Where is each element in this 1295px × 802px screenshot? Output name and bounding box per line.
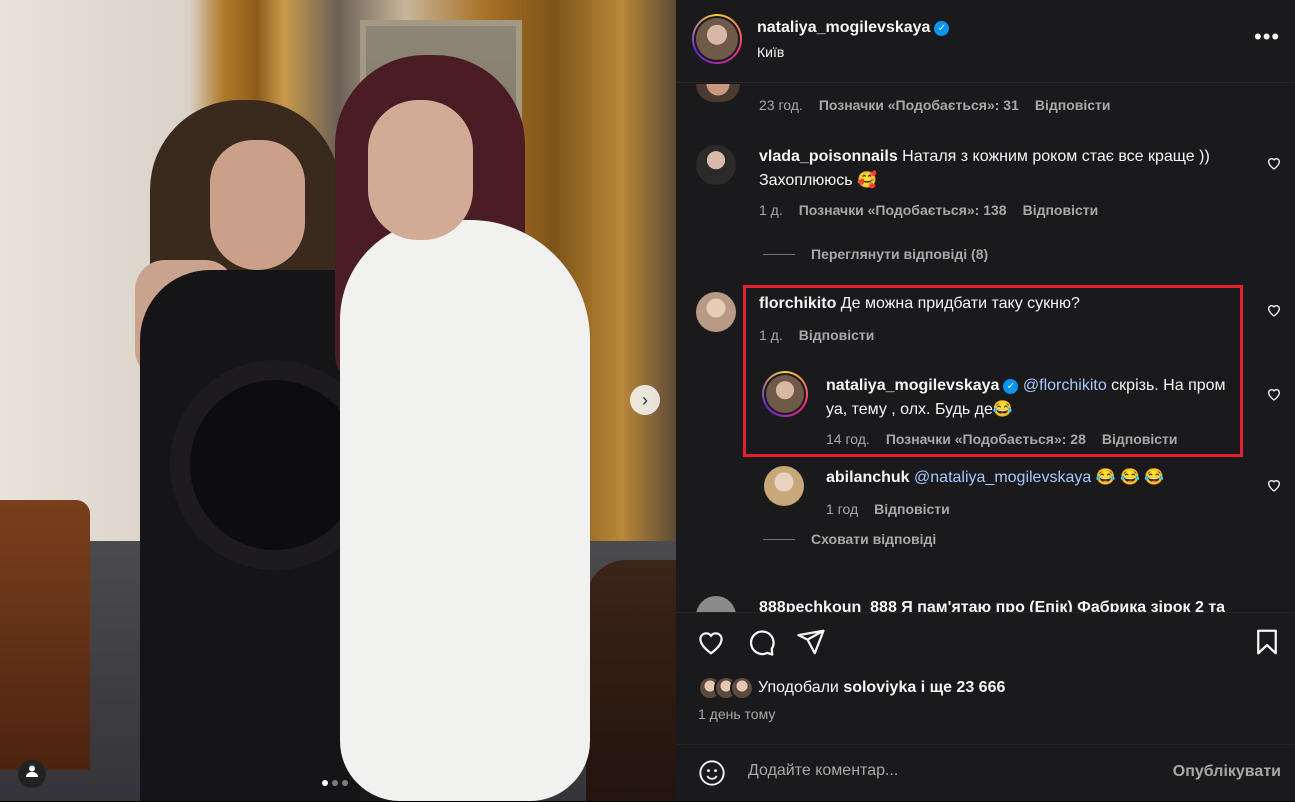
highlight-box bbox=[743, 285, 1243, 457]
tagged-users-icon[interactable] bbox=[18, 760, 46, 788]
photo-person-right-face bbox=[368, 100, 473, 240]
post-header: nataliya_mogilevskaya ✓ Київ ••• bbox=[676, 0, 1295, 83]
reply-time[interactable]: 1 год bbox=[826, 501, 858, 517]
emoji-icon[interactable] bbox=[698, 759, 726, 787]
comment-body: 888pechkoun_888 Я пам'ятаю про (Епік) Фа… bbox=[759, 599, 1226, 612]
like-icon[interactable] bbox=[696, 627, 726, 657]
divider-line bbox=[763, 538, 795, 540]
like-comment-icon[interactable] bbox=[1266, 477, 1282, 493]
carousel-dot bbox=[332, 780, 338, 786]
photo-dark-flower bbox=[190, 380, 360, 550]
carousel-dots bbox=[322, 780, 348, 786]
reply-mention[interactable]: @nataliya_mogilevskaya bbox=[914, 469, 1091, 486]
author-name-row: nataliya_mogilevskaya ✓ bbox=[757, 19, 950, 37]
photo-bg-chair bbox=[586, 560, 676, 801]
reply-text: 😂 😂 😂 bbox=[1091, 469, 1165, 486]
reply-avatar[interactable] bbox=[764, 466, 804, 506]
comment-input[interactable] bbox=[746, 761, 1130, 781]
more-options-icon[interactable]: ••• bbox=[1254, 24, 1280, 50]
likes-summary[interactable]: Уподобали soloviyka і ще 23 666 bbox=[698, 676, 1005, 700]
reply-button[interactable]: Відповісти bbox=[1035, 97, 1111, 113]
next-comment-clip: 888pechkoun_888 Я пам'ятаю про (Епік) Фа… bbox=[676, 592, 1295, 612]
comment-meta: 23 год. Позначки «Подобається»: 31 Відпо… bbox=[759, 97, 1111, 113]
comment-avatar[interactable] bbox=[696, 596, 736, 612]
comment-body: vlada_poisonnails Наталя з кожним роком … bbox=[759, 145, 1239, 193]
liker-username[interactable]: soloviyka bbox=[843, 679, 916, 696]
reply-body: abilanchuk @nataliya_mogilevskaya 😂 😂 😂 bbox=[826, 466, 1236, 490]
carousel-dot bbox=[322, 780, 328, 786]
comment-avatar[interactable] bbox=[696, 84, 740, 102]
author-avatar[interactable] bbox=[692, 14, 742, 64]
verified-icon: ✓ bbox=[934, 21, 950, 36]
comment-time[interactable]: 23 год. bbox=[759, 97, 803, 113]
author-username[interactable]: nataliya_mogilevskaya bbox=[757, 19, 930, 36]
view-replies-label: Переглянути відповіді (8) bbox=[811, 246, 989, 262]
comment-avatar[interactable] bbox=[696, 292, 736, 332]
view-replies-button[interactable]: Переглянути відповіді (8) bbox=[763, 246, 988, 262]
post-location[interactable]: Київ bbox=[757, 44, 784, 60]
post-time[interactable]: 1 день тому bbox=[698, 706, 775, 722]
comment-composer: Опублікувати bbox=[676, 744, 1295, 802]
hide-replies-button[interactable]: Сховати відповіді bbox=[763, 531, 936, 547]
publish-button[interactable]: Опублікувати bbox=[1173, 763, 1281, 781]
carousel-next-button[interactable]: › bbox=[630, 385, 660, 415]
comment-icon[interactable] bbox=[746, 627, 776, 657]
comment-username[interactable]: vlada_poisonnails bbox=[759, 148, 898, 165]
photo-person-right-top bbox=[340, 220, 590, 801]
reply-meta: 1 год Відповісти bbox=[826, 501, 950, 517]
reply-username[interactable]: abilanchuk bbox=[826, 469, 910, 486]
like-comment-icon[interactable] bbox=[1266, 386, 1282, 402]
comment-avatar[interactable] bbox=[696, 145, 736, 185]
hide-replies-label: Сховати відповіді bbox=[811, 531, 937, 547]
likes-text: Уподобали soloviyka і ще 23 666 bbox=[758, 679, 1006, 696]
comment-likes[interactable]: Позначки «Подобається»: 138 bbox=[799, 202, 1007, 218]
post-photo[interactable]: › bbox=[0, 0, 676, 801]
like-comment-icon[interactable] bbox=[1266, 155, 1282, 171]
divider-line bbox=[763, 253, 795, 255]
comment-likes[interactable]: Позначки «Подобається»: 31 bbox=[819, 97, 1019, 113]
comment-time[interactable]: 1 д. bbox=[759, 202, 783, 218]
save-icon[interactable] bbox=[1252, 627, 1282, 657]
like-comment-icon[interactable] bbox=[1266, 302, 1282, 318]
comment-meta: 1 д. Позначки «Подобається»: 138 Відпові… bbox=[759, 202, 1098, 218]
reply-button[interactable]: Відповісти bbox=[1023, 202, 1099, 218]
carousel-dot bbox=[342, 780, 348, 786]
liker-avatars bbox=[698, 676, 754, 700]
reply-button[interactable]: Відповісти bbox=[874, 501, 950, 517]
photo-bg-table bbox=[0, 500, 90, 770]
photo-person-left-face bbox=[210, 140, 305, 270]
share-icon[interactable] bbox=[796, 627, 826, 657]
post-panel: nataliya_mogilevskaya ✓ Київ ••• 23 год. … bbox=[676, 0, 1295, 801]
